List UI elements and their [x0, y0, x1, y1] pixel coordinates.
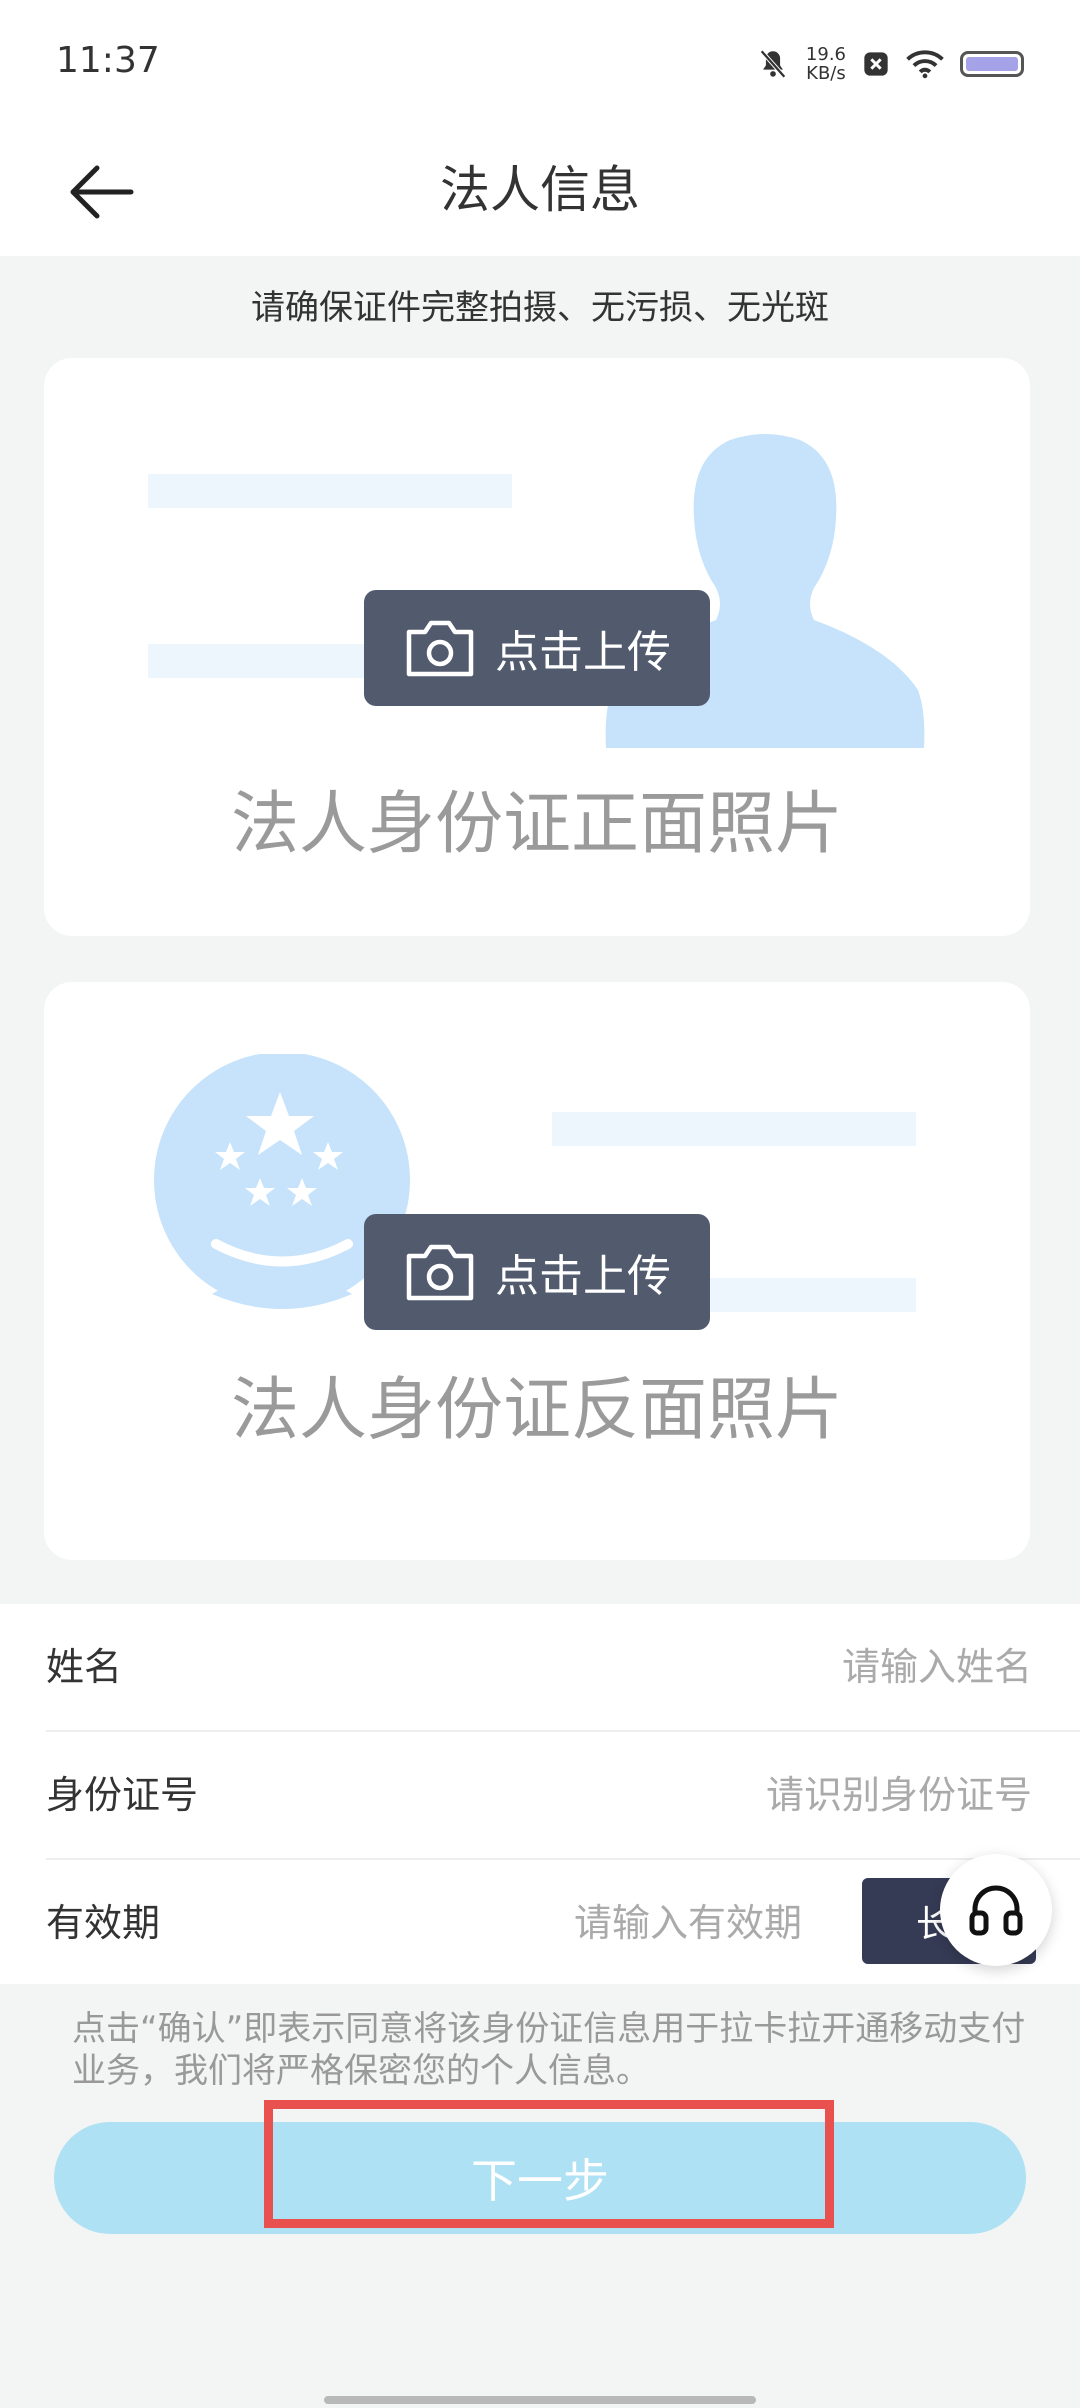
- name-label: 姓名: [46, 1645, 123, 1689]
- id-number-label: 身份证号: [46, 1773, 199, 1817]
- camera-icon: [406, 620, 474, 677]
- status-bar: 11:37 19.6 KB/s: [0, 0, 1080, 124]
- photo-hint: 请确保证件完整拍摄、无污损、无光斑: [251, 288, 829, 328]
- placeholder-line: [148, 474, 512, 508]
- home-indicator[interactable]: [324, 2396, 756, 2404]
- net-speed: 19.6 KB/s: [805, 44, 846, 84]
- id-number-row: 身份证号 请识别身份证号: [0, 1732, 1080, 1858]
- arrow-left-icon: [70, 165, 134, 219]
- placeholder-line: [552, 1112, 916, 1146]
- id-back-upload-card[interactable]: 点击上传 法人身份证反面照片: [44, 982, 1030, 1560]
- next-step-button[interactable]: 下一步: [54, 2122, 1026, 2234]
- validity-label: 有效期: [46, 1901, 161, 1945]
- back-button[interactable]: [50, 142, 150, 242]
- agreement-text: 点击“确认”即表示同意将该身份证信息用于拉卡拉开通移动支付业务，我们将严格保密您…: [72, 2009, 1026, 2091]
- battery-icon: [960, 51, 1024, 77]
- wifi-icon: [906, 49, 944, 79]
- placeholder-line: [148, 644, 378, 678]
- upload-label: 点击上传: [495, 1251, 671, 1302]
- name-input[interactable]: 请输入姓名: [842, 1604, 1032, 1730]
- upload-button-front[interactable]: 点击上传: [364, 590, 710, 706]
- page-title: 法人信息: [440, 161, 640, 219]
- nav-bar: 法人信息: [0, 124, 1080, 256]
- card-caption: 法人身份证正面照片: [230, 785, 843, 864]
- status-icons: 19.6 KB/s: [756, 42, 1024, 86]
- customer-service-button[interactable]: [940, 1854, 1052, 1966]
- upload-button-back[interactable]: 点击上传: [364, 1214, 710, 1330]
- validity-input[interactable]: 请输入有效期: [574, 1860, 802, 1986]
- close-box-icon: [862, 50, 890, 78]
- card-caption: 法人身份证反面照片: [230, 1371, 843, 1450]
- upload-label: 点击上传: [495, 627, 671, 678]
- id-number-input[interactable]: 请识别身份证号: [766, 1732, 1032, 1858]
- mute-bell-icon: [756, 47, 790, 81]
- id-front-upload-card[interactable]: 点击上传 法人身份证正面照片: [44, 358, 1030, 936]
- camera-icon: [406, 1244, 474, 1301]
- headset-icon: [969, 1885, 1023, 1936]
- status-time: 11:37: [56, 40, 160, 81]
- name-row: 姓名 请输入姓名: [0, 1604, 1080, 1730]
- placeholder-line: [684, 1278, 916, 1312]
